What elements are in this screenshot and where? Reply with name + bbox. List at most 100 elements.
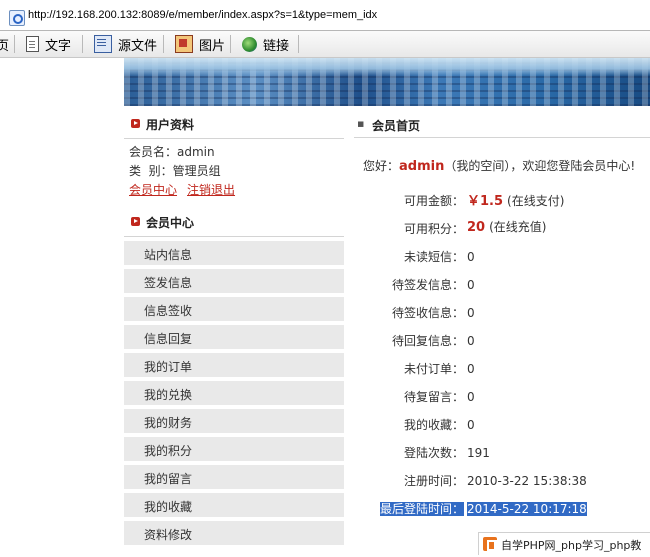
group-label: 类 别：	[129, 164, 173, 178]
group-row: 类 别：管理员组	[129, 162, 221, 179]
web-developer-toolbar: 页 文字 源文件 图片 链接	[0, 31, 650, 58]
menu-item-my-favorites[interactable]: 我的收藏	[124, 493, 344, 517]
image-icon	[175, 35, 193, 53]
toolbar-text-button[interactable]: 文字	[26, 34, 71, 54]
php-logo-icon	[483, 537, 497, 551]
member-home-header: ▪ 会员首页	[354, 112, 650, 138]
toolbar-divider	[14, 35, 15, 53]
favorites-label: 我的收藏：	[403, 418, 464, 432]
menu-item-site-messages[interactable]: 站内信息	[124, 241, 344, 265]
pending-reply-label: 待回复信息：	[391, 334, 464, 348]
profile-section-title: 用户资料	[146, 118, 195, 132]
welcome-username: admin	[399, 159, 445, 174]
toolbar-image-button[interactable]: 图片	[175, 34, 225, 54]
pending-post-label: 待签发信息：	[391, 278, 464, 292]
address-url[interactable]: http://192.168.200.132:8089/e/member/ind…	[28, 9, 377, 21]
toolbar-source-button[interactable]: 源文件	[94, 34, 157, 54]
group-value: 管理员组	[172, 164, 221, 178]
pending-reply-value: 0	[467, 334, 475, 348]
menu-item-edit-profile[interactable]: 资料修改	[124, 521, 344, 545]
pending-receive-label: 待签收信息：	[391, 306, 464, 320]
site-watermark: 自学PHP网_php学习_php教	[478, 532, 650, 555]
toolbar-divider	[163, 35, 164, 53]
register-time-label: 注册时间：	[403, 474, 464, 488]
header-banner-image	[124, 58, 650, 106]
last-login-label-wrap: 最后登陆时间：	[334, 500, 464, 517]
menu-item-my-finance[interactable]: 我的财务	[124, 409, 344, 433]
menu-item-my-messages[interactable]: 我的留言	[124, 465, 344, 489]
login-count-label: 登陆次数：	[403, 446, 464, 460]
username-label: 会员名：	[129, 145, 178, 159]
toolbar-image-label: 图片	[199, 38, 226, 54]
unpaid-orders-label: 未付订单：	[403, 362, 464, 376]
menu-item-label: 我的订单	[144, 360, 193, 374]
profile-section-header: 用户资料	[124, 112, 344, 139]
toolbar-link-label: 链接	[263, 38, 290, 54]
favorites-value: 0	[467, 418, 475, 432]
menu-item-label: 我的收藏	[144, 500, 193, 514]
menu-item-my-points[interactable]: 我的积分	[124, 437, 344, 461]
last-login-label: 最后登陆时间：	[379, 502, 464, 516]
online-recharge-link[interactable]: (在线充值)	[489, 220, 546, 234]
online-pay-link[interactable]: (在线支付)	[507, 194, 564, 208]
menu-item-receive-info[interactable]: 信息签收	[124, 297, 344, 321]
toolbar-divider	[82, 35, 83, 53]
member-center-section-title: 会员中心	[146, 216, 195, 230]
welcome-suffix: （我的空间），欢迎您登陆会员中心!	[444, 159, 636, 173]
last-login-value-wrap: 2014-5-22 10:17:18	[467, 502, 587, 516]
register-time-value: 2010-3-22 15:38:38	[467, 474, 587, 488]
member-center-section-header: 会员中心	[124, 210, 344, 237]
menu-item-label: 我的财务	[144, 416, 193, 430]
toolbar-cutoff-button[interactable]: 页	[0, 34, 9, 54]
balance-value: ￥1.5	[467, 194, 504, 209]
points-value-row: 20 (在线充值)	[467, 218, 546, 235]
link-globe-icon	[242, 36, 257, 52]
toolbar-link-button[interactable]: 链接	[242, 34, 289, 54]
pending-reply-messages-label: 待复留言：	[403, 390, 464, 404]
menu-item-post-info[interactable]: 签发信息	[124, 269, 344, 293]
page-favicon-icon	[9, 10, 25, 26]
toolbar-source-label: 源文件	[118, 38, 158, 54]
menu-item-label: 我的留言	[144, 472, 193, 486]
toolbar-text-label: 文字	[45, 38, 72, 54]
last-login-value: 2014-5-22 10:17:18	[467, 502, 587, 516]
menu-item-label: 站内信息	[144, 248, 193, 262]
balance-label: 可用金额：	[403, 194, 464, 208]
welcome-message: 您好：admin（我的空间），欢迎您登陆会员中心!	[363, 157, 635, 174]
menu-item-label: 签发信息	[144, 276, 193, 290]
welcome-prefix: 您好：	[363, 159, 400, 173]
menu-item-label: 资料修改	[144, 528, 193, 542]
section-bullet-icon	[131, 119, 140, 128]
username-value: admin	[177, 145, 215, 159]
login-count-value: 191	[467, 446, 490, 460]
section-bullet-icon	[131, 217, 140, 226]
menu-item-my-exchange[interactable]: 我的兑换	[124, 381, 344, 405]
points-label: 可用积分：	[403, 222, 464, 236]
username-row: 会员名：admin	[129, 143, 215, 160]
source-icon	[94, 35, 112, 53]
toolbar-cutoff-label: 页	[0, 38, 10, 54]
menu-item-label: 我的兑换	[144, 388, 193, 402]
unread-sms-value: 0	[467, 250, 475, 264]
page-icon	[26, 36, 39, 52]
watermark-text: 自学PHP网_php学习_php教	[501, 539, 642, 552]
member-home-title: 会员首页	[372, 119, 421, 133]
menu-item-label: 信息签收	[144, 304, 193, 318]
toolbar-divider	[230, 35, 231, 53]
section-marker-icon: ▪	[357, 117, 365, 130]
pending-receive-value: 0	[467, 306, 475, 320]
unpaid-orders-value: 0	[467, 362, 475, 376]
logout-link[interactable]: 注销退出	[187, 183, 235, 197]
pending-post-value: 0	[467, 278, 475, 292]
unread-sms-label: 未读短信：	[403, 250, 464, 264]
balance-value-row: ￥1.5 (在线支付)	[467, 190, 564, 209]
address-bar[interactable]: http://192.168.200.132:8089/e/member/ind…	[0, 0, 650, 31]
pending-reply-messages-value: 0	[467, 390, 475, 404]
profile-links: 会员中心 注销退出	[129, 181, 245, 198]
points-value: 20	[467, 220, 486, 235]
menu-item-label: 信息回复	[144, 332, 193, 346]
menu-item-my-orders[interactable]: 我的订单	[124, 353, 344, 377]
menu-item-reply-info[interactable]: 信息回复	[124, 325, 344, 349]
member-center-link[interactable]: 会员中心	[129, 183, 177, 197]
toolbar-divider	[298, 35, 299, 53]
